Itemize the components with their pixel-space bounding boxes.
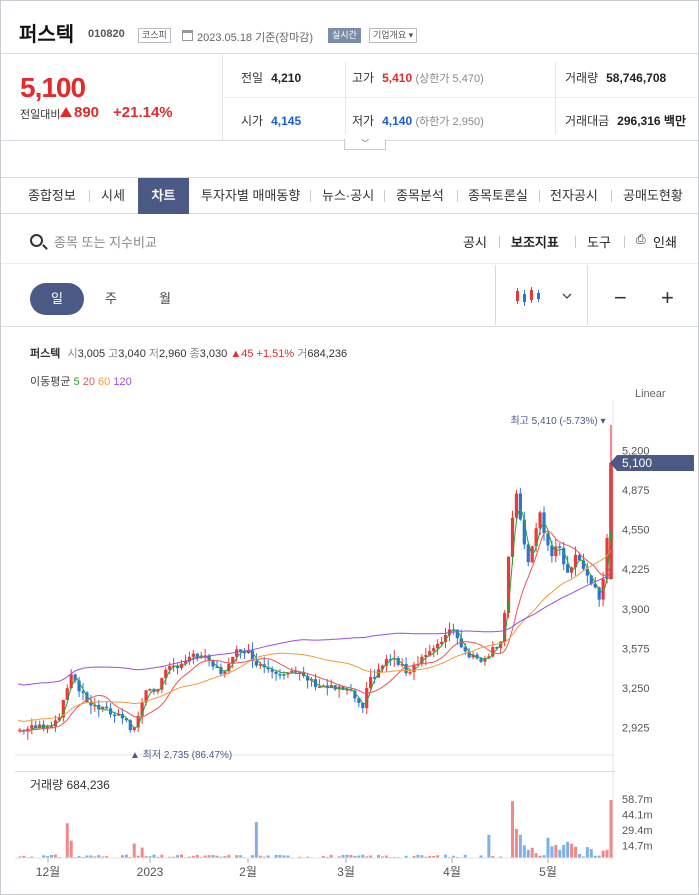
y-tick-label: 3,900 <box>622 604 650 616</box>
candle-body <box>436 643 440 649</box>
x-tick-label: 2월 <box>239 865 257 879</box>
volume-chart-value: 684,236 <box>66 778 110 792</box>
candle-body <box>428 651 432 656</box>
candle-body <box>148 689 152 691</box>
divider <box>15 771 615 772</box>
candle-body <box>274 671 278 674</box>
price-chart[interactable]: 5,2004,8754,5504,2253,9003,5753,2502,925… <box>0 0 699 895</box>
volume-bar <box>152 854 156 858</box>
candle-body <box>191 653 195 657</box>
min-price-marker: ▲ 최저 2,735 (86.47%) <box>130 749 232 761</box>
candle-body <box>558 546 562 549</box>
moving-average-line <box>17 530 612 732</box>
candle-body <box>432 648 436 652</box>
volume-bar <box>566 841 570 858</box>
volume-bar <box>534 853 538 858</box>
current-price-tag-label: 5,100 <box>622 456 652 470</box>
volume-bar <box>589 849 593 858</box>
volume-bar <box>140 847 144 858</box>
y-tick-label: 3,575 <box>622 643 650 655</box>
candle-body <box>404 664 408 674</box>
max-price-marker: 최고 5,410 (-5.73%) ▾ <box>510 415 605 427</box>
candle-body <box>34 725 38 728</box>
x-tick-label: 3월 <box>337 865 355 879</box>
candle-body <box>542 512 546 534</box>
candle-body <box>112 714 117 717</box>
y-tick-label: 4,550 <box>622 525 650 537</box>
volume-chart-label: 거래량 <box>30 778 64 792</box>
candle-body <box>554 546 558 557</box>
volume-bar <box>550 846 554 858</box>
volume-bar <box>546 837 550 858</box>
volume-bar <box>558 849 562 858</box>
volume-bar <box>522 845 526 858</box>
volume-tick-label: 29.4m <box>622 825 653 837</box>
volume-bar <box>562 844 566 858</box>
volume-bar <box>530 847 534 858</box>
volume-tick-label: 14.7m <box>622 841 653 853</box>
volume-bar <box>554 844 558 858</box>
y-tick-label: 2,925 <box>622 723 650 735</box>
candle-body <box>282 674 286 676</box>
candle-body <box>530 546 534 563</box>
volume-bar <box>570 843 574 858</box>
candle-body <box>609 462 613 579</box>
volume-bar <box>487 834 491 858</box>
volume-bar <box>518 834 522 858</box>
volume-bar <box>65 823 69 858</box>
y-tick-label: 3,250 <box>622 683 650 695</box>
candle-body <box>408 672 412 674</box>
x-tick-label: 4월 <box>443 865 461 879</box>
volume-bar <box>124 854 128 858</box>
x-tick-label: 2023 <box>137 865 164 879</box>
candle-body <box>278 673 282 676</box>
x-tick-label: 12월 <box>36 865 60 879</box>
volume-bar <box>609 800 613 858</box>
moving-average-line <box>17 572 612 686</box>
volume-bar <box>132 843 136 858</box>
candle-body <box>254 661 258 666</box>
volume-bar <box>577 854 581 858</box>
candle-body <box>105 706 109 709</box>
candle-body <box>479 658 483 662</box>
volume-bar <box>510 801 514 858</box>
candle-body <box>195 653 199 658</box>
volume-legend: 거래량 684,236 <box>30 776 110 793</box>
y-tick-label: 4,225 <box>622 564 650 576</box>
volume-bar <box>180 854 184 858</box>
volume-bar <box>601 850 605 858</box>
candle-body <box>290 670 294 673</box>
x-tick-label: 5월 <box>539 865 557 879</box>
y-tick-label: 4,875 <box>622 485 650 497</box>
volume-bar <box>585 847 589 858</box>
candle-body <box>518 493 522 520</box>
candle-body <box>538 512 542 529</box>
volume-bar <box>605 849 609 858</box>
volume-tick-label: 44.1m <box>622 810 653 822</box>
moving-average-line <box>17 549 612 722</box>
candle-body <box>30 725 34 729</box>
volume-bar <box>514 829 518 858</box>
volume-bar <box>69 840 73 858</box>
volume-bar <box>574 846 578 858</box>
volume-bar <box>53 854 57 858</box>
volume-bar <box>254 822 258 858</box>
volume-tick-label: 58.7m <box>622 794 653 806</box>
volume-bar <box>526 849 530 858</box>
